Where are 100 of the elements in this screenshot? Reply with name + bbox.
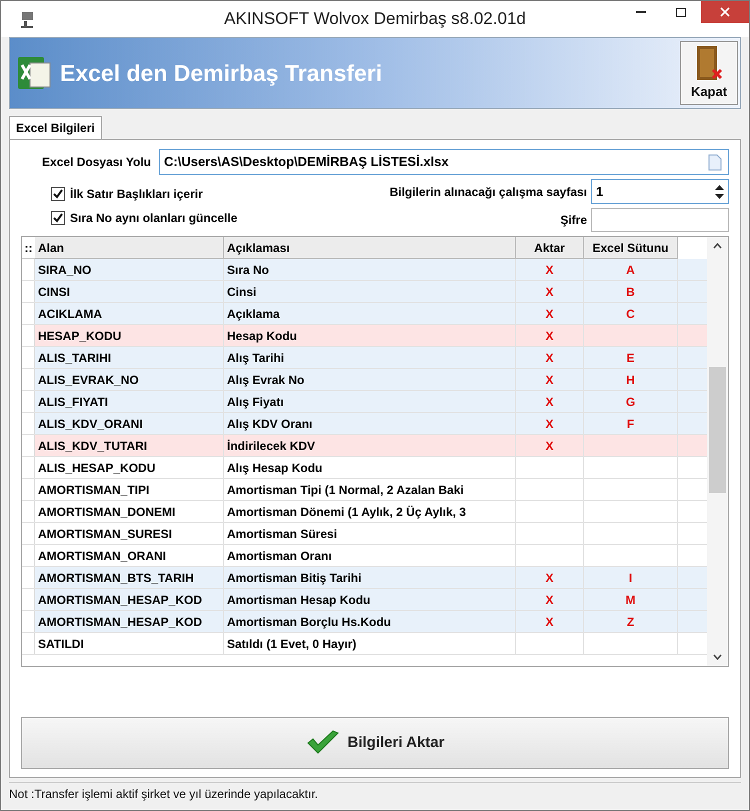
close-icon xyxy=(720,7,730,17)
minimize-icon xyxy=(636,11,646,13)
field-cell: ALIS_HESAP_KODU xyxy=(35,457,224,478)
tab[interactable]: Excel Bilgileri xyxy=(9,116,102,139)
description-cell: Amortisman Dönemi (1 Aylık, 2 Üç Aylık, 3 xyxy=(224,501,516,522)
grid-row[interactable]: ACIKLAMA Açıklama X C xyxy=(22,303,707,325)
sheet-value: 1 xyxy=(596,182,604,201)
row-indicator-cell[interactable] xyxy=(22,369,35,390)
vertical-scrollbar[interactable] xyxy=(707,237,728,666)
description-cell: Amortisman Süresi xyxy=(224,523,516,544)
description-cell: Amortisman Bitiş Tarihi xyxy=(224,567,516,588)
row-indicator-cell[interactable] xyxy=(22,611,35,632)
row-indicator-cell[interactable] xyxy=(22,589,35,610)
grid-row[interactable]: AMORTISMAN_DONEMI Amortisman Dönemi (1 Aylık, 2 Üç Aylık, 3 xyxy=(22,501,707,523)
row-indicator-cell[interactable] xyxy=(22,281,35,302)
scrollbar-thumb[interactable] xyxy=(709,367,726,493)
transfer-mark: X xyxy=(545,614,554,630)
field-cell: HESAP_KODU xyxy=(35,325,224,346)
transfer-mark: X xyxy=(545,284,554,300)
excel-column-cell-text: F xyxy=(626,416,634,432)
grid-row[interactable]: ALIS_KDV_ORANI Alış KDV Oranı X F xyxy=(22,413,707,435)
transfer-mark: X xyxy=(545,306,554,322)
transfer-mark: X xyxy=(545,262,554,278)
excel-column-cell-text: A xyxy=(626,262,635,278)
sheet-spin-field[interactable]: 1 xyxy=(591,179,729,204)
description-cell: Alış KDV Oranı xyxy=(224,413,516,434)
row-indicator-cell[interactable] xyxy=(22,259,35,280)
excel-column-cell-text: B xyxy=(626,284,635,300)
field-cell: ALIS_TARIHI xyxy=(35,347,224,368)
grid-row[interactable]: SATILDI Satıldı (1 Evet, 0 Hayır) xyxy=(22,633,707,655)
scroll-down-icon xyxy=(713,654,722,660)
transfer-button[interactable]: Bilgileri Aktar xyxy=(21,717,729,769)
checkbox[interactable] xyxy=(51,187,65,201)
row-indicator-cell[interactable] xyxy=(22,303,35,324)
checkbox-label: Sıra No aynı olanları güncelle xyxy=(70,210,238,227)
row-indicator-cell[interactable] xyxy=(22,391,35,412)
description-cell: İndirilecek KDV xyxy=(224,435,516,456)
field-cell: AMORTISMAN_HESAP_KOD xyxy=(35,611,224,632)
grid-row[interactable]: ALIS_HESAP_KODU Alış Hesap Kodu xyxy=(22,457,707,479)
grid-row[interactable]: ALIS_FIYATI Alış Fiyatı X G xyxy=(22,391,707,413)
description-cell: Alış Hesap Kodu xyxy=(224,457,516,478)
file-path-field[interactable]: C:\Users\AS\Desktop\DEMİRBAŞ LİSTESİ.xlsx xyxy=(159,149,729,175)
description-cell: Amortisman Oranı xyxy=(224,545,516,566)
grid-row[interactable]: AMORTISMAN_HESAP_KOD Amortisman Borçlu Hs.Kodu X Z xyxy=(22,611,707,633)
grid-row[interactable]: AMORTISMAN_SURESI Amortisman Süresi xyxy=(22,523,707,545)
row-indicator-cell[interactable] xyxy=(22,325,35,346)
description-cell: Cinsi xyxy=(224,281,516,302)
row-indicator-cell[interactable] xyxy=(22,413,35,434)
scroll-up-icon xyxy=(713,243,722,249)
description-cell: Alış Evrak No xyxy=(224,369,516,390)
grid-row[interactable]: AMORTISMAN_BTS_TARIH Amortisman Bitiş Tarihi X I xyxy=(22,567,707,589)
row-indicator-cell[interactable] xyxy=(22,567,35,588)
excel-column-cell-text: G xyxy=(626,394,636,410)
excel-column-cell-text: M xyxy=(626,592,636,608)
field-cell: AMORTISMAN_DONEMI xyxy=(35,501,224,522)
grid-row[interactable]: ALIS_TARIHI Alış Tarihi X E xyxy=(22,347,707,369)
column-header[interactable]: Aktar xyxy=(516,237,584,259)
grid-row[interactable]: AMORTISMAN_TIPI Amortisman Tipi (1 Normal, 2 Azalan Baki xyxy=(22,479,707,501)
column-header[interactable]: Alan xyxy=(35,237,224,259)
column-header[interactable]: Açıklaması xyxy=(224,237,516,259)
spinner-arrows-icon xyxy=(715,184,724,200)
password-field[interactable] xyxy=(591,208,729,232)
close-form-button[interactable]: Kapat xyxy=(680,41,738,105)
field-cell: SIRA_NO xyxy=(35,259,224,280)
header-title: Excel den Demirbaş Transferi xyxy=(60,58,382,88)
grid-row[interactable]: ALIS_KDV_TUTARI İndirilecek KDV X xyxy=(22,435,707,457)
grid-row[interactable]: AMORTISMAN_ORANI Amortisman Oranı xyxy=(22,545,707,567)
document-icon xyxy=(708,154,722,170)
column-header[interactable]: Excel Sütunu xyxy=(584,237,678,259)
field-cell: AMORTISMAN_SURESI xyxy=(35,523,224,544)
field-cell: ALIS_EVRAK_NO xyxy=(35,369,224,390)
grid-row[interactable]: HESAP_KODU Hesap Kodu X xyxy=(22,325,707,347)
row-indicator-cell[interactable] xyxy=(22,435,35,456)
description-cell: Amortisman Tipi (1 Normal, 2 Azalan Baki xyxy=(224,479,516,500)
field-cell: ALIS_KDV_TUTARI xyxy=(35,435,224,456)
grid-row[interactable]: ALIS_EVRAK_NO Alış Evrak No X H xyxy=(22,369,707,391)
field-cell: AMORTISMAN_TIPI xyxy=(35,479,224,500)
grid-row[interactable]: AMORTISMAN_HESAP_KOD Amortisman Hesap Kodu X M xyxy=(22,589,707,611)
description-cell: Amortisman Borçlu Hs.Kodu xyxy=(224,611,516,632)
field-cell: AMORTISMAN_ORANI xyxy=(35,545,224,566)
field-cell: ALIS_KDV_ORANI xyxy=(35,413,224,434)
excel-column-cell-text: E xyxy=(626,350,634,366)
file-path-label: Excel Dosyası Yolu xyxy=(41,154,152,171)
description-cell: Açıklama xyxy=(224,303,516,324)
field-cell: SATILDI xyxy=(35,633,224,654)
grid-row[interactable]: SIRA_NO Sıra No X A xyxy=(22,259,707,281)
description-cell: Hesap Kodu xyxy=(224,325,516,346)
transfer-mark: X xyxy=(545,350,554,366)
field-cell: AMORTISMAN_HESAP_KOD xyxy=(35,589,224,610)
checkbox[interactable] xyxy=(51,211,65,225)
field-cell: ALIS_FIYATI xyxy=(35,391,224,412)
description-cell: Satıldı (1 Evet, 0 Hayır) xyxy=(224,633,516,654)
maximize-icon xyxy=(676,8,686,16)
excel-column-cell-text: Z xyxy=(626,614,634,630)
grid-row[interactable]: CINSI Cinsi X B xyxy=(22,281,707,303)
field-cell: AMORTISMAN_BTS_TARIH xyxy=(35,567,224,588)
close-button[interactable] xyxy=(701,1,749,23)
row-indicator-cell[interactable] xyxy=(22,347,35,368)
checkbox-label: İlk Satır Başlıkları içerir xyxy=(70,186,203,203)
window-title: AKINSOFT Wolvox Demirbaş s8.02.01d xyxy=(223,8,527,30)
